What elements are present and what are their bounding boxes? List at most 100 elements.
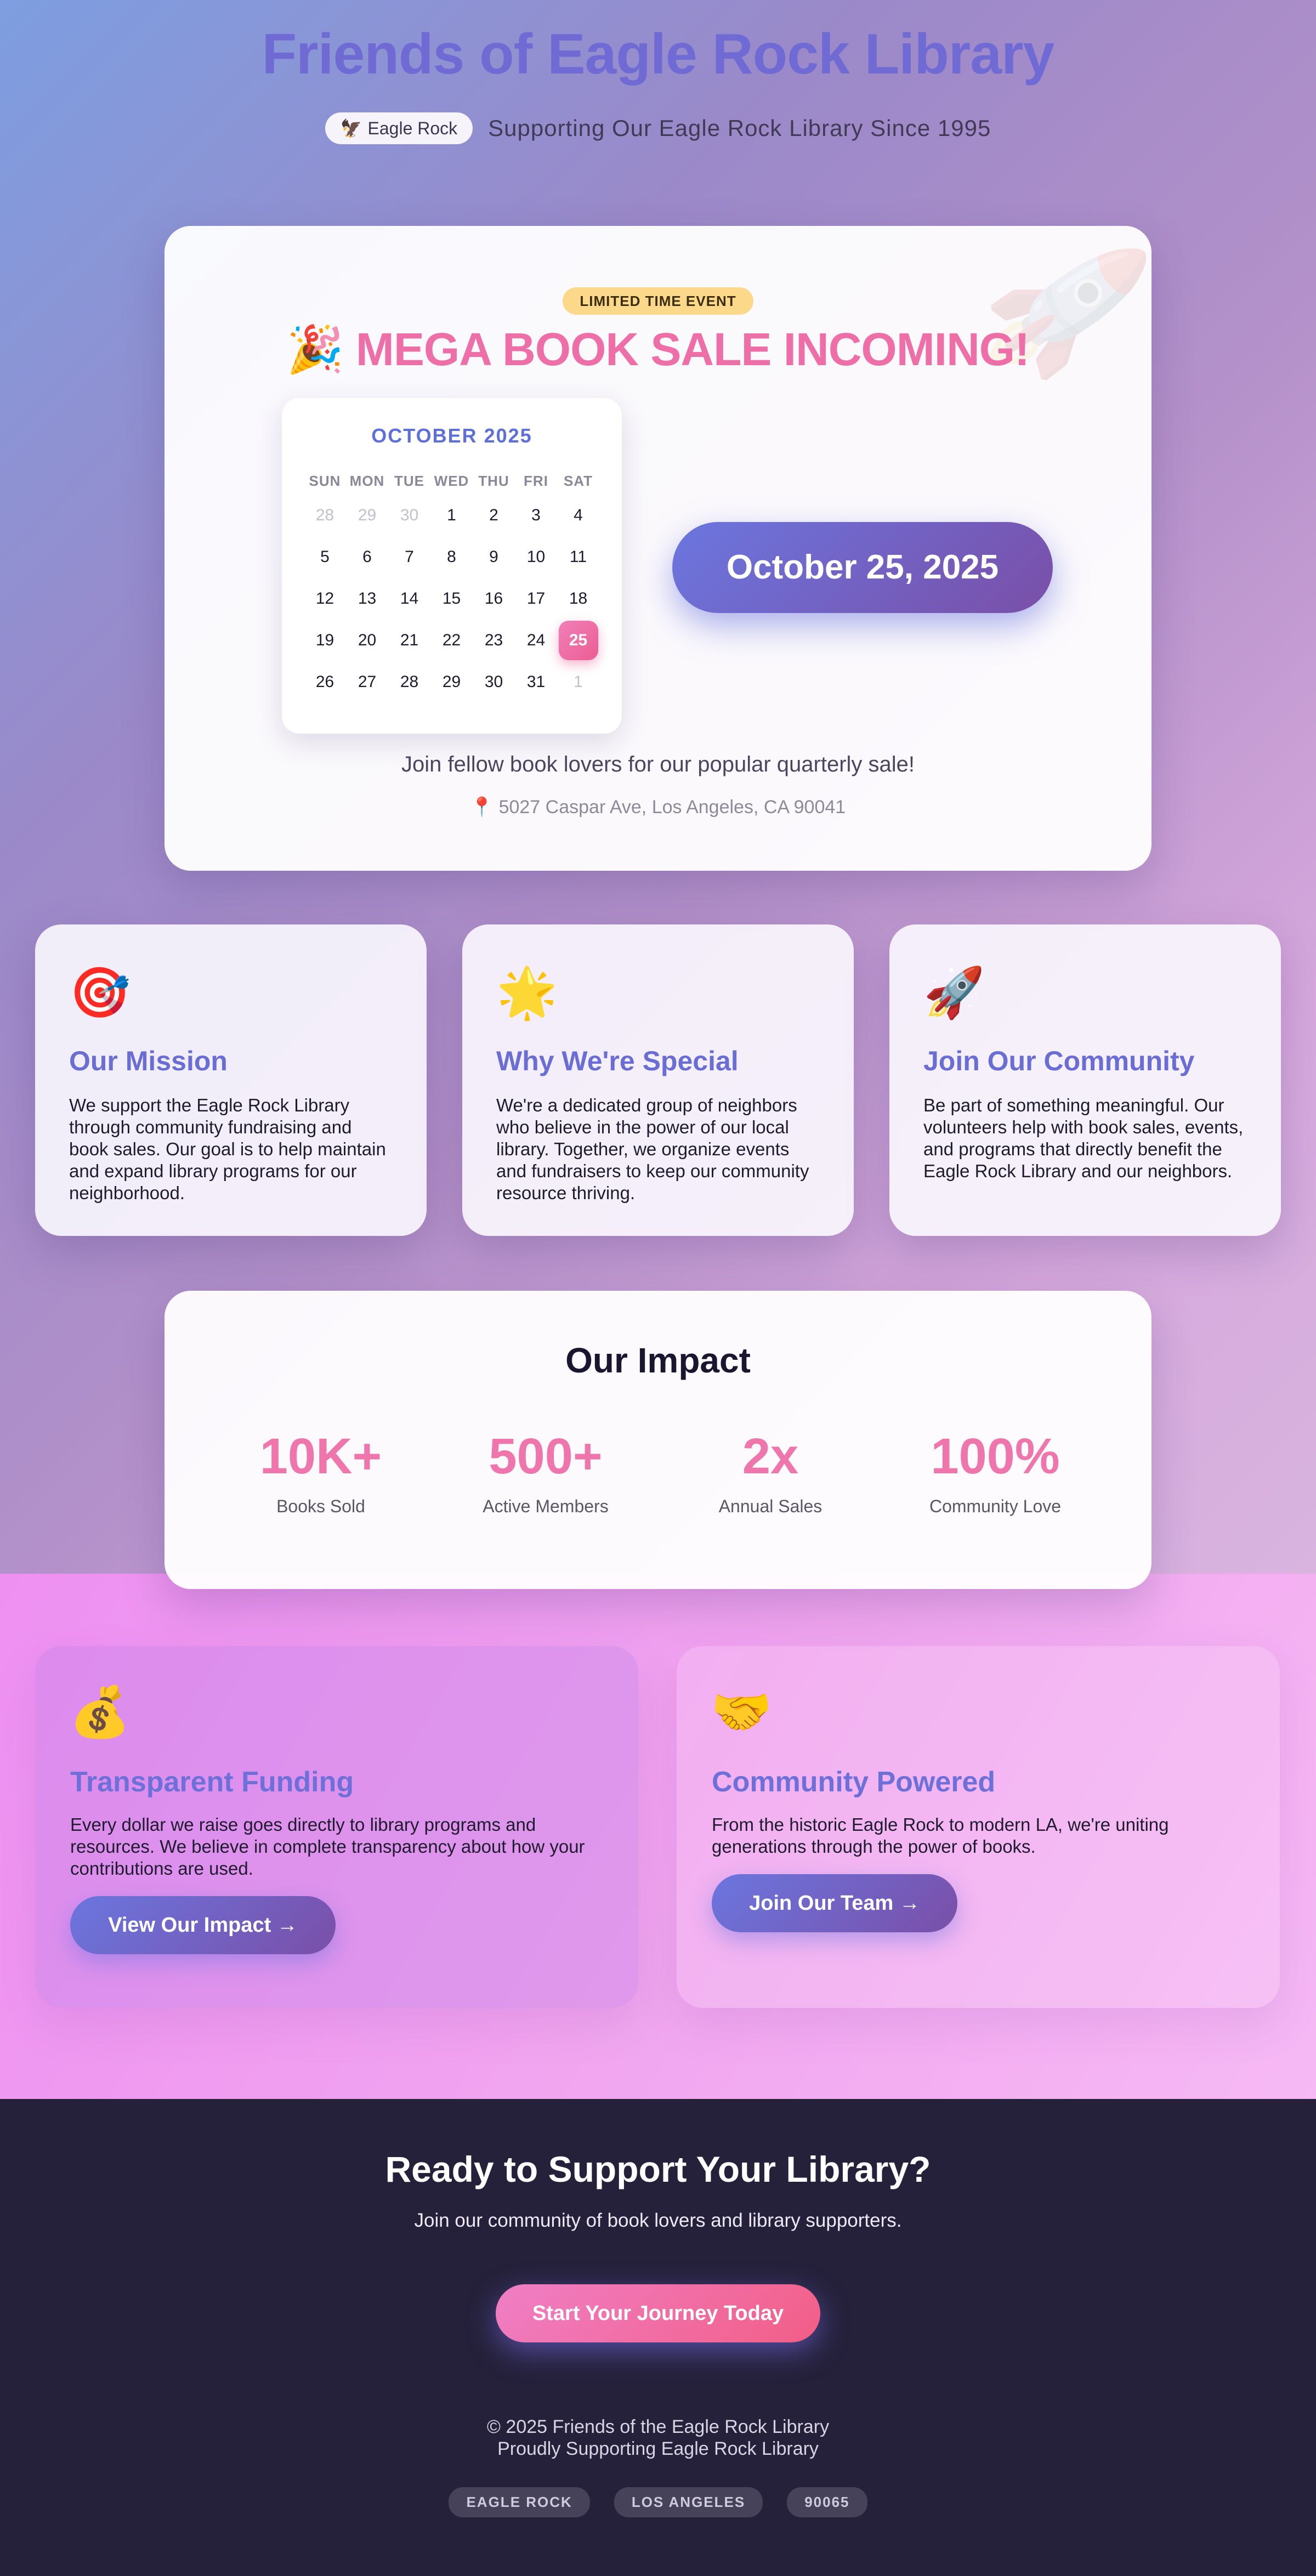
- calendar-day: 22: [442, 631, 461, 649]
- calendar-week-row: 28 29 30 1 2 3 4: [304, 495, 600, 536]
- stat-value: 10K+: [259, 1428, 382, 1484]
- stat-books-sold: 10K+ Books Sold: [208, 1428, 433, 1517]
- feature-title: Why We're Special: [496, 1046, 739, 1076]
- calendar-grid: SUN MON TUE WED THU FRI SAT 28 29 30 1 2 3 4 5 6…: [304, 467, 600, 703]
- calendar-day: 23: [484, 631, 503, 649]
- stat-value: 2x: [742, 1428, 799, 1484]
- copyright-line: Proudly Supporting Eagle Rock Library: [497, 2438, 819, 2459]
- feature-text: We support the Eagle Rock Library throug…: [69, 1095, 386, 1203]
- calendar-day-highlighted: 25: [557, 621, 599, 660]
- tagline: Supporting Our Eagle Rock Library Since …: [488, 115, 991, 141]
- stat-label: Community Love: [929, 1496, 1062, 1516]
- money-bag-icon: 💰: [69, 1685, 131, 1740]
- copyright: © 2025 Friends of the Eagle Rock Library…: [0, 2416, 1316, 2460]
- calendar-day: 27: [358, 673, 377, 691]
- impact-card: Our Impact 10K+ Books Sold 500+ Active M…: [164, 1291, 1152, 1589]
- calendar-day: 3: [531, 506, 541, 524]
- calendar-day: 17: [526, 589, 546, 608]
- weekday-label: WED: [434, 472, 469, 489]
- header-subline: 🦅 Eagle Rock Supporting Our Eagle Rock L…: [0, 112, 1316, 144]
- funding-card-community: 🤝 Community Powered From the historic Ea…: [677, 1646, 1280, 2008]
- calendar-month: OCTOBER 2025: [371, 424, 532, 447]
- footer-tag: EAGLE ROCK: [449, 2487, 590, 2517]
- sale-title: 🎉 MEGA BOOK SALE INCOMING!: [286, 324, 1030, 375]
- calendar-day: 7: [405, 548, 414, 566]
- feature-card-community: 🚀 Join Our Community Be part of somethin…: [889, 924, 1281, 1236]
- stat-active-members: 500+ Active Members: [433, 1428, 658, 1517]
- funding-text: Every dollar we raise goes directly to l…: [70, 1814, 585, 1879]
- event-description: Join fellow book lovers for our popular …: [401, 752, 915, 776]
- funding-text: From the historic Eagle Rock to modern L…: [712, 1814, 1169, 1857]
- view-impact-button[interactable]: View Our Impact →: [70, 1896, 336, 1954]
- calendar-day: 30: [484, 673, 503, 691]
- feature-title: Our Mission: [69, 1046, 228, 1076]
- cta-title: Ready to Support Your Library?: [385, 2149, 931, 2189]
- site-title: Friends of Eagle Rock Library: [262, 22, 1055, 86]
- feature-card-mission: 🎯 Our Mission We support the Eagle Rock …: [35, 924, 427, 1236]
- stat-value: 500+: [489, 1428, 603, 1484]
- calendar-day: 9: [489, 548, 498, 566]
- stat-label: Books Sold: [276, 1496, 365, 1516]
- calendar-day: 6: [362, 548, 372, 566]
- impact-title: Our Impact: [565, 1341, 751, 1380]
- weekday-label: TUE: [394, 472, 424, 489]
- calendar-day: 21: [400, 631, 419, 649]
- calendar-day: 11: [569, 548, 587, 566]
- star-icon: 🌟: [496, 966, 558, 1020]
- event-address: 📍 5027 Caspar Ave, Los Angeles, CA 90041: [470, 797, 846, 818]
- feature-text: We're a dedicated group of neighbors who…: [496, 1095, 809, 1203]
- stat-value: 100%: [931, 1428, 1060, 1484]
- location-chip-label: Eagle Rock: [367, 118, 458, 138]
- weekday-label: SUN: [309, 472, 341, 489]
- start-journey-button[interactable]: Start Your Journey Today: [496, 2284, 820, 2342]
- calendar-day: 31: [526, 673, 546, 691]
- calendar-day: 19: [315, 631, 334, 649]
- cta-subtitle: Join our community of book lovers and li…: [414, 2210, 902, 2231]
- rocket-icon: 🚀: [923, 966, 985, 1020]
- copyright-line: © 2025 Friends of the Eagle Rock Library: [486, 2416, 830, 2437]
- event-calendar: OCTOBER 2025 SUN MON TUE WED THU FRI SAT…: [282, 398, 622, 734]
- funding-title: Community Powered: [712, 1766, 996, 1798]
- stat-label: Annual Sales: [718, 1496, 822, 1516]
- funding-card-transparent: 💰 Transparent Funding Every dollar we ra…: [35, 1646, 638, 2008]
- calendar-day: 28: [400, 673, 419, 691]
- calendar-day: 2: [489, 506, 498, 524]
- calendar-day: 1: [574, 673, 583, 691]
- calendar-day: 30: [400, 506, 419, 524]
- calendar-day: 1: [447, 506, 456, 524]
- weekday-label: SAT: [563, 472, 593, 489]
- join-team-button[interactable]: Join Our Team →: [712, 1874, 957, 1932]
- calendar-day: 4: [574, 506, 583, 524]
- eagle-icon: 🦅: [340, 118, 362, 138]
- calendar-day: 12: [315, 589, 334, 608]
- calendar-week-row: 26 27 28 29 30 31 1: [304, 661, 600, 703]
- footer-tag: 90065: [787, 2487, 867, 2517]
- event-card: 🚀 LIMITED TIME EVENT 🎉 MEGA BOOK SALE IN…: [164, 226, 1152, 871]
- calendar-week-row: 5 6 7 8 9 10 11: [304, 536, 600, 578]
- calendar-day: 10: [526, 548, 546, 566]
- limited-event-badge: LIMITED TIME EVENT: [563, 287, 753, 315]
- calendar-day: 29: [442, 673, 461, 691]
- event-date-pill: October 25, 2025: [672, 522, 1053, 613]
- target-icon: 🎯: [69, 966, 131, 1020]
- calendar-day: 24: [526, 631, 546, 649]
- calendar-day: 15: [442, 589, 461, 608]
- calendar-day: 29: [358, 506, 377, 524]
- impact-stats: 10K+ Books Sold 500+ Active Members 2x A…: [208, 1428, 1108, 1517]
- calendar-day-label: 25: [558, 621, 598, 660]
- calendar-day: 5: [320, 548, 330, 566]
- calendar-day: 18: [569, 589, 588, 608]
- location-chip: 🦅 Eagle Rock: [325, 112, 473, 144]
- calendar-week-row: 12 13 14 15 16 17 18: [304, 578, 600, 620]
- handshake-icon: 🤝: [711, 1685, 773, 1740]
- calendar-day: 8: [447, 548, 456, 566]
- weekday-label: MON: [349, 472, 385, 489]
- footer-tag: LOS ANGELES: [614, 2487, 763, 2517]
- calendar-day: 14: [400, 589, 419, 608]
- footer-tags: EAGLE ROCK LOS ANGELES 90065: [0, 2487, 1316, 2517]
- calendar-week-row: 19 20 21 22 23 24 25: [304, 620, 600, 661]
- weekday-label: FRI: [524, 472, 548, 489]
- calendar-day: 28: [315, 506, 334, 524]
- calendar-day: 26: [315, 673, 334, 691]
- weekday-label: THU: [478, 472, 509, 489]
